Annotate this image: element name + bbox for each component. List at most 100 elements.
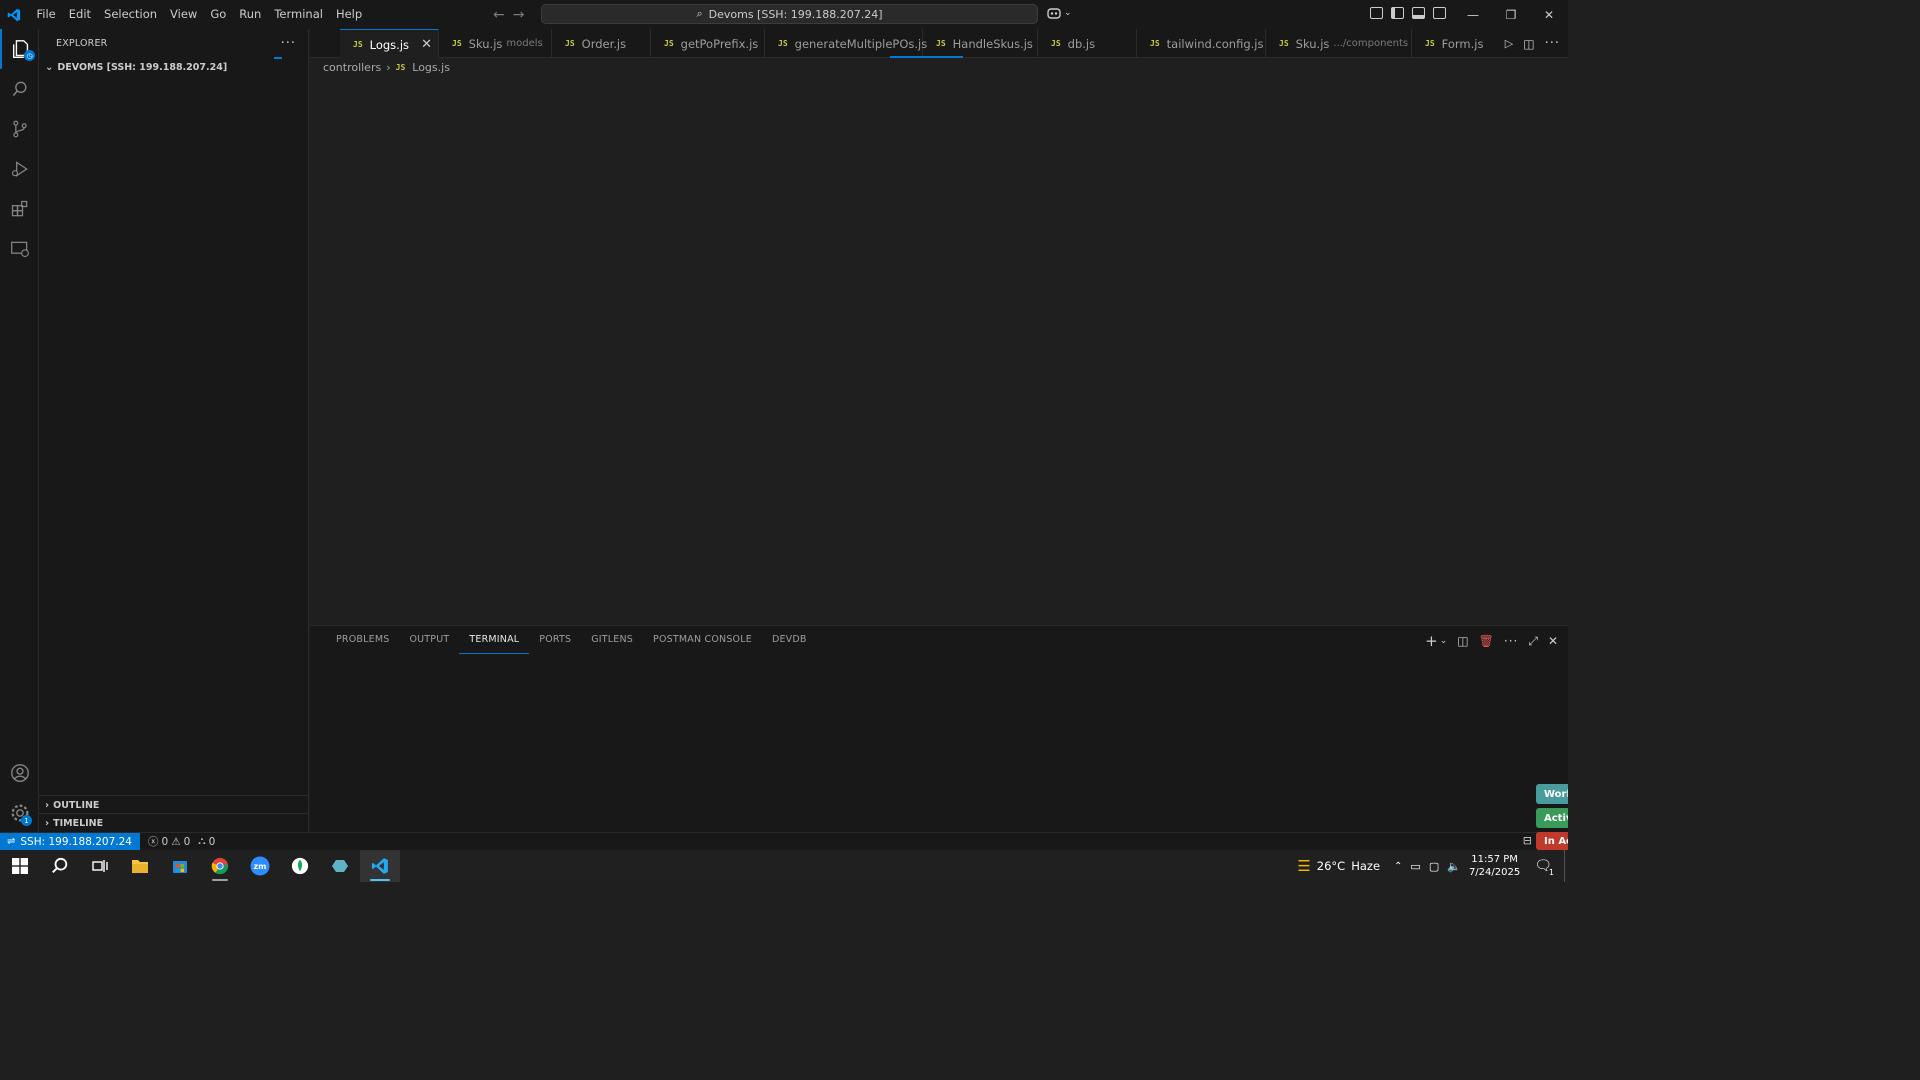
- back-arrow-icon[interactable]: ←: [493, 7, 505, 23]
- customize-layout-icon[interactable]: [1370, 7, 1383, 19]
- js-file-icon: JS: [395, 62, 406, 72]
- toggle-primary-sidebar-icon[interactable]: [1391, 7, 1404, 19]
- weather-widget[interactable]: ☰ 26°C Haze: [1297, 857, 1380, 875]
- run-icon[interactable]: ▷: [1505, 37, 1513, 50]
- split-terminal-icon[interactable]: ◫: [1457, 634, 1468, 648]
- file-explorer-app[interactable]: [120, 850, 160, 882]
- search-icon: ⌕: [696, 7, 703, 20]
- editor-area[interactable]: [310, 76, 1568, 625]
- menu-selection[interactable]: Selection: [98, 0, 164, 29]
- taskbar-search-button[interactable]: [40, 850, 80, 882]
- chevron-down-icon[interactable]: ⌄: [1440, 636, 1448, 646]
- network-icon[interactable]: ▢: [1429, 860, 1439, 873]
- more-actions-icon[interactable]: ···: [1545, 36, 1560, 51]
- chrome-app[interactable]: [200, 850, 240, 882]
- menu-terminal[interactable]: Terminal: [268, 0, 330, 29]
- menu-view[interactable]: View: [164, 0, 204, 29]
- panel-tab-problems[interactable]: PROBLEMS: [326, 632, 399, 654]
- work-status-badge[interactable]: Work: [1536, 784, 1568, 804]
- menu-file[interactable]: File: [30, 0, 62, 29]
- search-icon: [52, 857, 68, 874]
- microsoft-store-app[interactable]: [160, 850, 200, 882]
- more-actions-icon[interactable]: ···: [1504, 634, 1518, 648]
- manage-activity[interactable]: 1: [0, 793, 39, 833]
- tab-sku-js-components[interactable]: JS Sku.js .../components: [1266, 29, 1412, 58]
- menu-run[interactable]: Run: [233, 0, 268, 29]
- task-view-button[interactable]: [80, 850, 120, 882]
- tab-tailwind-config-js[interactable]: JS tailwind.config.js: [1137, 29, 1266, 58]
- active-status-badge[interactable]: Activ: [1536, 808, 1568, 828]
- menu-help[interactable]: Help: [329, 0, 368, 29]
- vscode-app[interactable]: [360, 850, 400, 882]
- panel-tab-ports[interactable]: PORTS: [529, 632, 581, 654]
- close-panel-icon[interactable]: ✕: [1548, 634, 1558, 648]
- clock[interactable]: 11:57 PM 7/24/2025: [1469, 853, 1520, 879]
- new-terminal-icon[interactable]: +: [1425, 632, 1438, 650]
- timeline-label: TIMELINE: [53, 817, 104, 829]
- inactive-status-badge[interactable]: In Ac: [1536, 832, 1568, 850]
- minimize-icon[interactable]: —: [1454, 0, 1492, 29]
- panel-tab-postman-console[interactable]: POSTMAN CONSOLE: [643, 632, 762, 654]
- accounts-activity[interactable]: [0, 753, 39, 793]
- zoom-app[interactable]: zm: [240, 850, 280, 882]
- tab-form-js[interactable]: JS Form.js: [1412, 29, 1492, 58]
- js-file-icon: JS: [664, 39, 674, 48]
- remote-explorer-activity[interactable]: [0, 229, 39, 269]
- ports-count: 0: [208, 835, 216, 848]
- tab-sku-js-models[interactable]: JS Sku.js models: [439, 29, 552, 58]
- copilot-button[interactable]: ⌄: [1046, 6, 1072, 20]
- panel-tab-output[interactable]: OUTPUT: [399, 632, 459, 654]
- run-debug-activity[interactable]: [0, 149, 39, 189]
- problems-status[interactable]: ⓧ 0 ⚠ 0: [148, 834, 190, 849]
- command-center-search[interactable]: ⌕ Devoms [SSH: 199.188.207.24]: [541, 4, 1038, 24]
- start-button[interactable]: [0, 850, 40, 882]
- menu-go[interactable]: Go: [204, 0, 233, 29]
- panel-tab-gitlens[interactable]: GITLENS: [581, 632, 643, 654]
- mongodb-compass-app[interactable]: [280, 850, 320, 882]
- panel-tab-devdb[interactable]: DEVDB: [762, 632, 817, 654]
- show-hidden-icons-icon[interactable]: ⌃: [1394, 861, 1402, 872]
- extensions-activity[interactable]: [0, 189, 39, 229]
- restore-icon[interactable]: ❐: [1492, 0, 1530, 29]
- command-center-label: Devoms [SSH: 199.188.207.24]: [708, 7, 883, 21]
- search-activity[interactable]: [0, 69, 39, 109]
- menu-edit[interactable]: Edit: [62, 0, 97, 29]
- chevron-right-icon: ›: [45, 817, 50, 829]
- toggle-secondary-sidebar-icon[interactable]: [1433, 7, 1446, 19]
- more-actions-icon[interactable]: ···: [281, 36, 296, 51]
- timeline-section-header[interactable]: › TIMELINE: [39, 814, 309, 832]
- battery-icon[interactable]: ▭: [1410, 860, 1420, 873]
- task-view-icon: [92, 860, 108, 872]
- explorer-activity[interactable]: ◷: [0, 29, 39, 69]
- show-desktop-button[interactable]: [1564, 850, 1568, 882]
- volume-icon[interactable]: 🔈: [1447, 860, 1461, 873]
- js-file-icon: JS: [353, 40, 363, 49]
- ports-status[interactable]: ⛬ 0: [198, 835, 215, 848]
- remote-indicator[interactable]: ⇌ SSH: 199.188.207.24: [0, 832, 140, 851]
- menu-bar: File Edit Selection View Go Run Terminal…: [30, 0, 369, 29]
- tab-generatemultiplepos-js[interactable]: JS generateMultiplePOs.js: [765, 29, 927, 58]
- breadcrumb-folder[interactable]: controllers: [323, 61, 381, 74]
- toggle-panel-icon[interactable]: [1412, 7, 1425, 19]
- breadcrumb-file[interactable]: Logs.js: [412, 61, 450, 74]
- chevron-right-icon: ›: [386, 60, 391, 74]
- maximize-panel-icon[interactable]: ⤢: [1528, 634, 1538, 649]
- copilot-status-icon[interactable]: ⊟: [1523, 834, 1532, 847]
- workspace-folder-header[interactable]: ⌄ DEVOMS [SSH: 199.188.207.24]: [39, 57, 308, 77]
- close-window-icon[interactable]: ✕: [1530, 0, 1568, 29]
- trash-icon[interactable]: 🗑: [1479, 634, 1494, 648]
- tab-db-js[interactable]: JS db.js: [1038, 29, 1137, 58]
- tab-label: tailwind.config.js: [1166, 36, 1264, 51]
- panel-tab-terminal[interactable]: TERMINAL: [459, 632, 530, 654]
- tab-handleskus-js[interactable]: JS HandleSkus.js: [923, 29, 1038, 58]
- tab-getpoprefix-js[interactable]: JS getPoPrefix.js: [651, 29, 765, 58]
- app-diamond[interactable]: [320, 850, 360, 882]
- tab-logs-js[interactable]: JS Logs.js ✕: [340, 29, 439, 59]
- split-editor-icon[interactable]: ◫: [1523, 37, 1534, 51]
- forward-arrow-icon[interactable]: →: [513, 7, 525, 23]
- outline-section-header[interactable]: › OUTLINE: [39, 796, 309, 814]
- notifications-button[interactable]: 🗨 1: [1534, 858, 1556, 877]
- close-icon[interactable]: ✕: [421, 37, 432, 52]
- tab-order-js[interactable]: JS Order.js: [552, 29, 651, 58]
- source-control-activity[interactable]: [0, 109, 39, 149]
